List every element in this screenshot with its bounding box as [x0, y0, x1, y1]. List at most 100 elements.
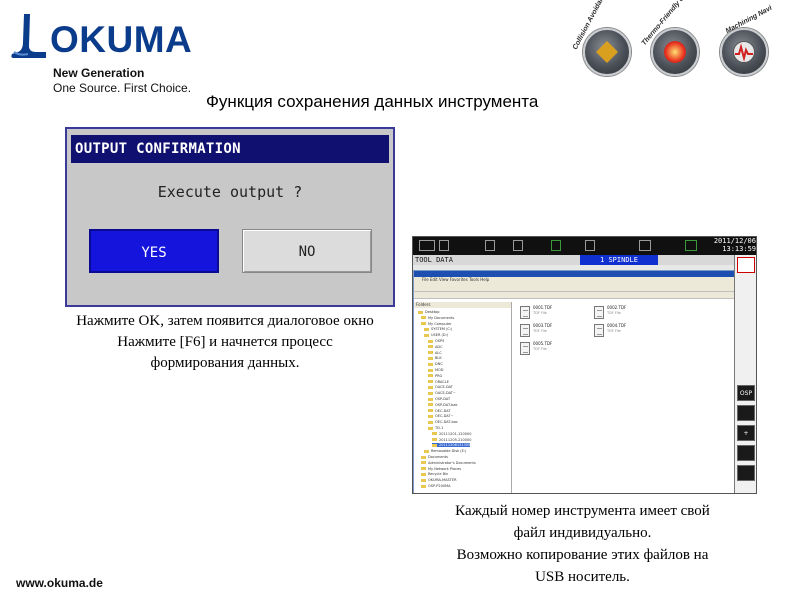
osp-button[interactable]: OSP [737, 385, 755, 401]
folder-icon [428, 345, 433, 349]
folder-icon [428, 368, 433, 372]
file-item[interactable]: 0004.TDF TDF File [594, 323, 654, 340]
file-type: TDF File [533, 347, 547, 351]
no-entry-icon[interactable] [737, 257, 755, 273]
osp-side-panel: OSP + [734, 255, 756, 493]
folder-tree-item[interactable]: OKUMA-MASTER [421, 478, 457, 482]
no-button[interactable]: NO [242, 229, 372, 273]
caption-line: файл индивидуально. [513, 525, 652, 541]
folder-tree-item[interactable]: 20111205-210000 [432, 438, 471, 442]
folder-icon [421, 322, 426, 326]
folder-icon [428, 403, 433, 407]
explorer-body: Folders Desktop My Documents My Computer SY… [414, 300, 734, 493]
explorer-address-bar[interactable] [414, 292, 734, 299]
folder-tree-item[interactable]: OACE-DAT~ [428, 391, 456, 395]
file-item[interactable]: 0002.TDF TDF File [594, 305, 654, 322]
osp-mode-icon[interactable] [485, 240, 495, 251]
osp-mode-icon[interactable] [639, 240, 651, 251]
folder-tree-label: ORACLE [435, 379, 449, 384]
folder-tree-item[interactable]: My Computer [421, 322, 452, 326]
file-name: 0005.TDF [533, 341, 553, 346]
osp-mode-icon[interactable] [439, 240, 449, 251]
folder-tree-item[interactable]: OSP-P200MA [421, 484, 450, 488]
folder-tree-item[interactable]: ORACLE [428, 380, 449, 384]
file-icon [520, 342, 530, 355]
folder-tree-item[interactable]: Removable Disk (E:) [424, 449, 466, 453]
folder-tree-item[interactable]: Administrator's Documents [421, 461, 476, 465]
folder-icon [418, 310, 423, 314]
tagline: One Source. First Choice. [53, 81, 192, 95]
folder-tree-label: My Network Places [428, 466, 462, 471]
folder-tree-item[interactable]: 20111201-120000 [432, 432, 471, 436]
folder-tree-item[interactable]: ADC [428, 345, 443, 349]
explorer-toolbar[interactable] [414, 283, 734, 292]
help-icon[interactable] [585, 240, 595, 251]
file-item[interactable]: 0005.TDF TDF File [520, 341, 580, 358]
folder-tree-item[interactable]: OEC-DAT [428, 409, 451, 413]
folder-tree-item[interactable]: TD-1 [428, 426, 443, 430]
osp-mode-icon[interactable] [513, 240, 523, 251]
folder-icon [428, 409, 433, 413]
folder-tree-item[interactable]: My Documents [421, 316, 454, 320]
folder-icon [428, 420, 433, 424]
folder-tree-item[interactable]: DNC [428, 362, 443, 366]
osp-mode-label: TOOL DATA [415, 256, 453, 264]
folder-tree-item[interactable]: OEC-DAT~ [428, 414, 454, 418]
window-icon[interactable] [737, 445, 755, 461]
folder-tree-label: Administrator's Documents [428, 460, 476, 465]
file-type: TDF File [607, 329, 621, 333]
folder-tree-label: OSP-P200MA [428, 484, 451, 488]
folder-icon [428, 385, 433, 389]
folder-icon [424, 333, 429, 337]
caption-line: USB носитель. [535, 569, 630, 585]
folder-tree-label: OEC-DAT~ [435, 414, 454, 419]
osp-time: 13:13:59 [722, 245, 756, 253]
folder-tree-item[interactable]: OEC-DAT-bac [428, 420, 458, 424]
folder-tree-item[interactable]: USER (D:) [424, 333, 448, 337]
add-icon[interactable]: + [737, 425, 755, 441]
folder-tree-label: OSP5 [435, 339, 445, 343]
yes-button[interactable]: YES [89, 229, 219, 273]
folder-tree-label: My Computer [428, 321, 452, 326]
folder-tree-item[interactable]: SYSTEM (C:) [424, 327, 452, 331]
folder-tree-item[interactable]: My Network Places [421, 467, 461, 471]
folder-tree-item[interactable]: MOD [428, 368, 443, 372]
folder-tree-item[interactable]: BLK [428, 356, 442, 360]
folder-tree-label: DNC [435, 362, 443, 367]
folder-tree-label: OEC-DAT [435, 408, 451, 413]
folder-tree-label: MOD [435, 368, 444, 372]
folder-tree-item[interactable]: Desktop [418, 310, 439, 314]
file-item[interactable]: 0003.TDF TDF File [520, 323, 580, 340]
file-item[interactable]: 0001.TDF TDF File [520, 305, 580, 322]
folder-tree-label: Removable Disk (E:) [431, 449, 467, 454]
folder-tree-item[interactable]: PRG [428, 374, 442, 378]
folder-tree-label: My Documents [428, 315, 455, 320]
folder-icon [432, 443, 437, 447]
folder-icon [428, 356, 433, 360]
folder-tree-item[interactable]: OACE-DAT [428, 385, 453, 389]
dialog-title: OUTPUT CONFIRMATION [71, 135, 389, 163]
folder-tree-item[interactable]: ALC [428, 351, 442, 355]
footer-url[interactable]: www.okuma.de [16, 576, 103, 590]
folder-tree-item[interactable]: OSP-DAT-bak [428, 403, 458, 407]
folder-tree-item[interactable]: 20111206131305 [432, 443, 471, 448]
file-type: TDF File [533, 329, 547, 333]
osp-datetime: 2011/12/06 13:13:59 [714, 237, 756, 253]
file-type: TDF File [533, 311, 547, 315]
folder-icon [428, 339, 433, 343]
folder-tree-item[interactable]: Documents [421, 455, 448, 459]
file-name: 0004.TDF [607, 323, 627, 328]
left-caption: Нажмите OK, затем появится диалоговое ок… [40, 311, 410, 374]
tool-icon[interactable] [737, 405, 755, 421]
folder-tree-label: ADC [435, 344, 443, 349]
osp-status-icon [685, 240, 697, 251]
folder-tree-item[interactable]: Recycle Bin [421, 472, 448, 476]
file-icon [594, 324, 604, 337]
output-confirmation-dialog: OUTPUT CONFIRMATION Execute output ? YES… [65, 127, 395, 307]
thermo-friendly-badge [651, 28, 699, 76]
folder-tree-item[interactable]: OSP-DAT [428, 397, 450, 401]
folder-tree-item[interactable]: OSP5 [428, 339, 444, 343]
folder-tree-header: Folders [414, 302, 511, 308]
screen-icon[interactable] [737, 465, 755, 481]
osp-mode-bar: TOOL DATA 1 SPINDLE [413, 255, 756, 265]
